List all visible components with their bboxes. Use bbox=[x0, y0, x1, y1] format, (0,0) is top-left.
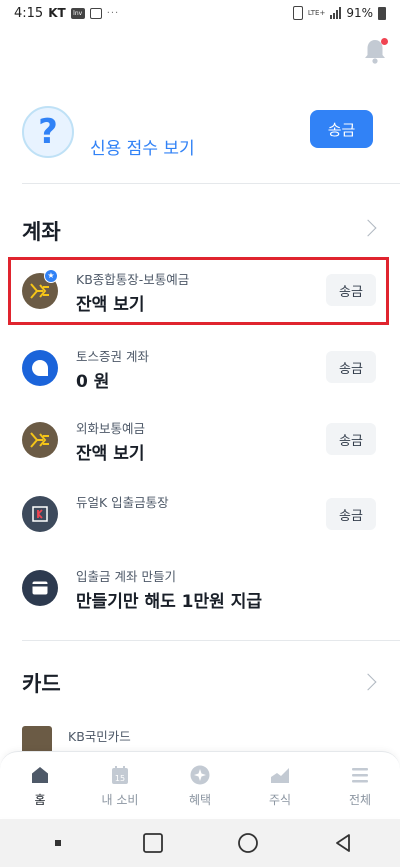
vibrate-icon bbox=[292, 6, 303, 20]
credit-score-link[interactable]: 신용 점수 보기 bbox=[90, 134, 195, 159]
question-icon: ? bbox=[22, 106, 74, 158]
notification-dot bbox=[381, 38, 388, 45]
bottom-tab-bar: 홈 15 내 소비 혜택 주식 전체 bbox=[0, 751, 400, 817]
tab-stocks[interactable]: 주식 bbox=[240, 752, 320, 817]
account-row-dual-k[interactable]: 듀얼K 입출금통장 송금 bbox=[0, 482, 400, 546]
account-name: KB종합통장-보통예금 bbox=[76, 272, 190, 287]
signal-icon bbox=[330, 7, 342, 19]
tab-home[interactable]: 홈 bbox=[0, 752, 80, 817]
lte-indicator: LTE+ bbox=[307, 8, 326, 17]
battery-percent: 91% bbox=[346, 6, 373, 20]
status-bar: 4:15 KT lnv ··· LTE+ 91% bbox=[0, 0, 400, 26]
account-name: 듀얼K 입출금통장 bbox=[76, 495, 169, 510]
back-button[interactable] bbox=[323, 823, 363, 863]
account-balance[interactable]: 잔액 보기 bbox=[76, 439, 144, 464]
tab-label: 전체 bbox=[348, 793, 372, 807]
gallery-icon bbox=[89, 7, 102, 19]
tab-my-spending[interactable]: 15 내 소비 bbox=[80, 752, 160, 817]
account-balance[interactable]: 잔액 보기 bbox=[76, 290, 144, 315]
card-name: KB국민카드 bbox=[68, 729, 131, 744]
more-notifications-icon: ··· bbox=[106, 7, 120, 19]
account-balance[interactable]: 0 원 bbox=[76, 367, 109, 392]
open-account-promo[interactable]: 만들기만 해도 1만원 지급 bbox=[76, 587, 262, 612]
tab-all[interactable]: 전체 bbox=[320, 752, 400, 817]
send-button[interactable]: 송금 bbox=[326, 274, 376, 306]
open-account-label: 입출금 계좌 만들기 bbox=[76, 569, 176, 584]
menu-icon bbox=[352, 768, 368, 783]
tab-label: 홈 bbox=[34, 793, 46, 807]
status-time: 4:15 bbox=[14, 5, 44, 21]
k-logo-icon bbox=[22, 496, 58, 532]
account-name: 외화보통예금 bbox=[76, 421, 146, 436]
notification-bell-button[interactable] bbox=[360, 36, 390, 66]
carrier-badge-icon: lnv bbox=[70, 7, 85, 19]
chart-icon bbox=[271, 768, 289, 783]
calendar-icon: 15 bbox=[112, 766, 128, 784]
kb-logo-icon bbox=[22, 422, 58, 458]
back-icon bbox=[335, 834, 350, 852]
tab-benefits[interactable]: 혜택 bbox=[160, 752, 240, 817]
svg-text:15: 15 bbox=[115, 774, 125, 783]
divider bbox=[22, 640, 400, 641]
open-account-row[interactable]: 입출금 계좌 만들기 만들기만 해도 1만원 지급 bbox=[0, 556, 400, 620]
recent-apps-button[interactable] bbox=[38, 823, 78, 863]
open-account-icon bbox=[22, 570, 58, 606]
account-row-foreign[interactable]: 외화보통예금 잔액 보기 송금 bbox=[0, 408, 400, 472]
accounts-chevron-right-icon[interactable] bbox=[359, 219, 377, 237]
tab-label: 주식 bbox=[268, 793, 292, 807]
send-button-primary[interactable]: 송금 bbox=[310, 110, 373, 148]
square-icon bbox=[142, 833, 163, 853]
home-icon bbox=[32, 767, 48, 783]
battery-icon bbox=[378, 6, 386, 20]
recent-apps-icon bbox=[54, 840, 61, 846]
send-button[interactable]: 송금 bbox=[326, 498, 376, 530]
account-row-toss[interactable]: 토스증권 계좌 0 원 송금 bbox=[0, 336, 400, 400]
home-button[interactable] bbox=[228, 823, 268, 863]
account-row-kb-main[interactable]: ★ KB종합통장-보통예금 잔액 보기 송금 bbox=[0, 259, 400, 323]
home-button-icon bbox=[237, 833, 258, 853]
system-navigation-bar bbox=[0, 819, 400, 867]
send-button[interactable]: 송금 bbox=[326, 423, 376, 455]
send-button[interactable]: 송금 bbox=[326, 351, 376, 383]
tab-label: 내 소비 bbox=[101, 793, 139, 807]
status-carrier: KT bbox=[48, 6, 66, 20]
credit-score-row[interactable]: ? 신용 점수 보기 송금 bbox=[0, 106, 400, 159]
cards-section-title: 카드 bbox=[22, 672, 61, 696]
divider bbox=[22, 183, 400, 184]
account-name: 토스증권 계좌 bbox=[76, 349, 149, 364]
overview-button[interactable] bbox=[133, 823, 173, 863]
star-badge-icon: ★ bbox=[44, 269, 58, 283]
toss-logo-icon bbox=[22, 350, 58, 386]
accounts-section-title: 계좌 bbox=[22, 220, 61, 244]
tab-label: 혜택 bbox=[188, 793, 212, 807]
sparkle-icon bbox=[190, 765, 210, 785]
cards-chevron-right-icon[interactable] bbox=[359, 673, 377, 691]
